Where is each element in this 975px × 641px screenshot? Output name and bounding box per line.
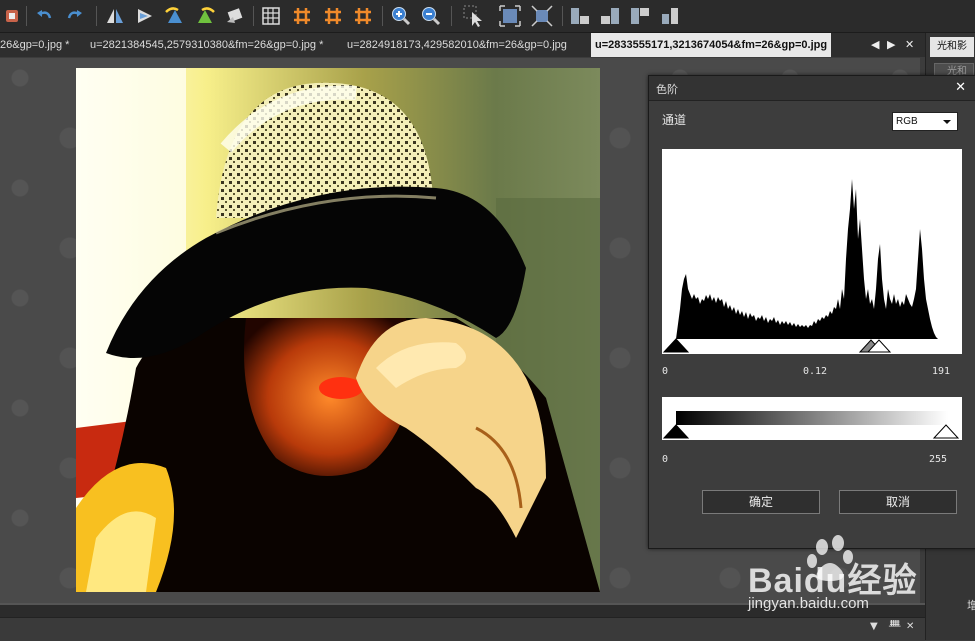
flip-vertical-icon[interactable] bbox=[133, 4, 157, 28]
tab-document-active[interactable]: u=2833555171,3213674054&fm=26&gp=0.jpg bbox=[591, 33, 832, 57]
histogram bbox=[662, 149, 962, 354]
toolbar-divider bbox=[382, 6, 383, 26]
tab-document-2[interactable]: u=2821384545,2579310380&fm=26&gp=0.jpg * bbox=[90, 33, 323, 57]
tab-scroll-right-icon[interactable]: ▶ bbox=[887, 33, 895, 57]
close-icon[interactable]: ✕ bbox=[906, 621, 914, 632]
guide3-icon[interactable] bbox=[351, 4, 375, 28]
input-mid-value[interactable]: 0.12 bbox=[803, 366, 827, 377]
tab-scroll-left-icon[interactable]: ◀ bbox=[871, 33, 879, 57]
align-bottom-icon[interactable] bbox=[658, 4, 682, 28]
redo-icon[interactable] bbox=[63, 4, 87, 28]
fit-window-icon[interactable] bbox=[498, 4, 522, 28]
rotate-right-icon[interactable] bbox=[193, 4, 217, 28]
toolbar-divider bbox=[562, 6, 563, 26]
tab-close-icon[interactable]: ✕ bbox=[905, 33, 914, 57]
channel-label: 通道 bbox=[662, 113, 687, 127]
edited-photo[interactable] bbox=[76, 68, 600, 592]
align-left-icon[interactable] bbox=[568, 4, 592, 28]
panel-tab-light-shadow[interactable]: 光和影 bbox=[930, 37, 974, 57]
align-top-icon[interactable] bbox=[628, 4, 652, 28]
tab-document-3[interactable]: u=2824918173,429582010&fm=26&gp=0.jpg bbox=[347, 33, 567, 57]
toolbar-divider bbox=[451, 6, 452, 26]
toolbar-divider bbox=[26, 6, 27, 26]
photo-image bbox=[76, 68, 600, 592]
output-max-value[interactable]: 255 bbox=[929, 454, 947, 465]
histogram-graph bbox=[676, 179, 938, 339]
channel-select[interactable]: RGB bbox=[892, 112, 958, 131]
ok-button[interactable]: 确定 bbox=[702, 490, 820, 514]
toolbar-divider bbox=[96, 6, 97, 26]
actual-size-icon[interactable] bbox=[530, 4, 554, 28]
output-white-slider bbox=[932, 424, 960, 439]
output-min-value[interactable]: 0 bbox=[662, 454, 668, 465]
chevron-down-icon bbox=[943, 120, 951, 124]
input-min-value[interactable]: 0 bbox=[662, 366, 668, 377]
channel-select-value: RGB bbox=[896, 116, 918, 127]
pin-icon[interactable]: ᚙ bbox=[889, 621, 901, 632]
toolbar-divider bbox=[253, 6, 254, 26]
guide2-icon[interactable] bbox=[321, 4, 345, 28]
dialog-close-icon[interactable]: ✕ bbox=[955, 80, 966, 95]
main-toolbar bbox=[0, 0, 975, 33]
input-max-value[interactable]: 191 bbox=[932, 366, 950, 377]
dialog-title: 色阶 bbox=[656, 83, 678, 96]
cursor-icon[interactable] bbox=[462, 4, 486, 28]
align-right-icon[interactable] bbox=[598, 4, 622, 28]
output-gradient bbox=[662, 397, 962, 440]
baidu-watermark: Baidu经验 jingyan.baidu.com bbox=[748, 533, 928, 621]
app-icon[interactable] bbox=[0, 4, 24, 28]
document-tabs: 26&gp=0.jpg * u=2821384545,2579310380&fm… bbox=[0, 33, 925, 57]
panel-side-text: 增 bbox=[967, 599, 975, 612]
dropdown-icon[interactable]: ▼ bbox=[870, 621, 878, 632]
undo-icon[interactable] bbox=[32, 4, 56, 28]
grid-icon[interactable] bbox=[259, 4, 283, 28]
flip-horizontal-icon[interactable] bbox=[103, 4, 127, 28]
tab-document-1[interactable]: 26&gp=0.jpg * bbox=[0, 33, 69, 57]
cancel-button[interactable]: 取消 bbox=[839, 490, 957, 514]
zoom-in-icon[interactable] bbox=[389, 4, 413, 28]
guide-icon[interactable] bbox=[290, 4, 314, 28]
watermark-url: jingyan.baidu.com bbox=[748, 595, 869, 612]
output-black-slider bbox=[662, 424, 690, 439]
free-rotate-icon[interactable] bbox=[223, 4, 247, 28]
zoom-out-icon[interactable] bbox=[419, 4, 443, 28]
rotate-left-icon[interactable] bbox=[163, 4, 187, 28]
levels-dialog: 色阶 ✕ 通道 RGB 0 0.12 191 0 255 确定 取消 bbox=[648, 75, 975, 549]
dialog-titlebar[interactable]: 色阶 ✕ bbox=[649, 76, 975, 101]
